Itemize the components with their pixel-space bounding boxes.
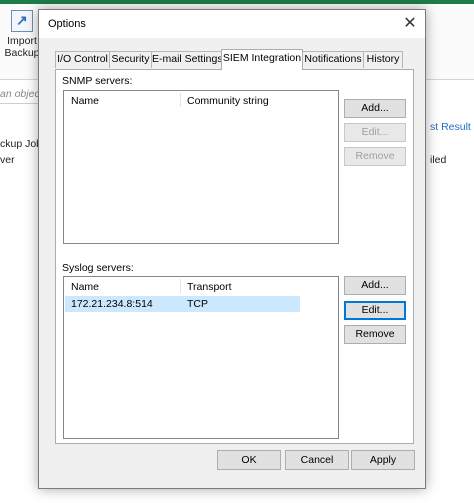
syslog-edit-button[interactable]: Edit... [344, 301, 406, 320]
tab-email-settings[interactable]: E-mail Settings [151, 51, 223, 68]
import-label-line2: Backup [4, 47, 40, 59]
import-backup-icon [11, 10, 33, 32]
tab-siem-integration[interactable]: SIEM Integration [221, 49, 303, 70]
ok-button[interactable]: OK [217, 450, 281, 470]
options-dialog: Options ✕ I/O Control Security E-mail Se… [38, 9, 426, 489]
syslog-col-name[interactable]: Name [71, 281, 99, 293]
apply-button[interactable]: Apply [351, 450, 415, 470]
dialog-title-bar: Options ✕ [39, 10, 425, 38]
dialog-title: Options [48, 18, 86, 30]
syslog-servers-list[interactable]: Name Transport 172.21.234.8:514 TCP [63, 276, 339, 439]
cancel-button[interactable]: Cancel [285, 450, 349, 470]
snmp-remove-button[interactable]: Remove [344, 147, 406, 166]
snmp-col-community[interactable]: Community string [187, 95, 269, 107]
snmp-servers-list[interactable]: Name Community string [63, 90, 339, 244]
tab-notifications[interactable]: Notifications [302, 51, 364, 68]
syslog-remove-button[interactable]: Remove [344, 325, 406, 344]
syslog-col-divider[interactable] [180, 279, 181, 293]
syslog-servers-label: Syslog servers: [62, 262, 134, 274]
syslog-add-button[interactable]: Add... [344, 276, 406, 295]
snmp-servers-label: SNMP servers: [62, 75, 133, 87]
tab-security[interactable]: Security [109, 51, 152, 68]
last-result-link[interactable]: st Result [430, 121, 471, 133]
syslog-col-transport[interactable]: Transport [187, 281, 232, 293]
siem-integration-panel: SNMP servers: Name Community string Add.… [55, 69, 414, 444]
status-text: iled [430, 154, 447, 166]
server-text: ver [0, 154, 15, 166]
snmp-edit-button[interactable]: Edit... [344, 123, 406, 142]
syslog-row-name: 172.21.234.8:514 [71, 298, 153, 310]
close-icon[interactable]: ✕ [399, 13, 421, 35]
tab-history[interactable]: History [363, 51, 403, 68]
table-row[interactable]: 172.21.234.8:514 TCP [65, 296, 300, 312]
snmp-add-button[interactable]: Add... [344, 99, 406, 118]
import-label-line1: Import [7, 35, 37, 47]
tab-io-control[interactable]: I/O Control [55, 51, 110, 68]
import-backup-button[interactable]: Import Backup [3, 10, 41, 68]
syslog-row-transport: TCP [187, 298, 208, 310]
snmp-col-name[interactable]: Name [71, 95, 99, 107]
snmp-col-divider[interactable] [180, 93, 181, 107]
